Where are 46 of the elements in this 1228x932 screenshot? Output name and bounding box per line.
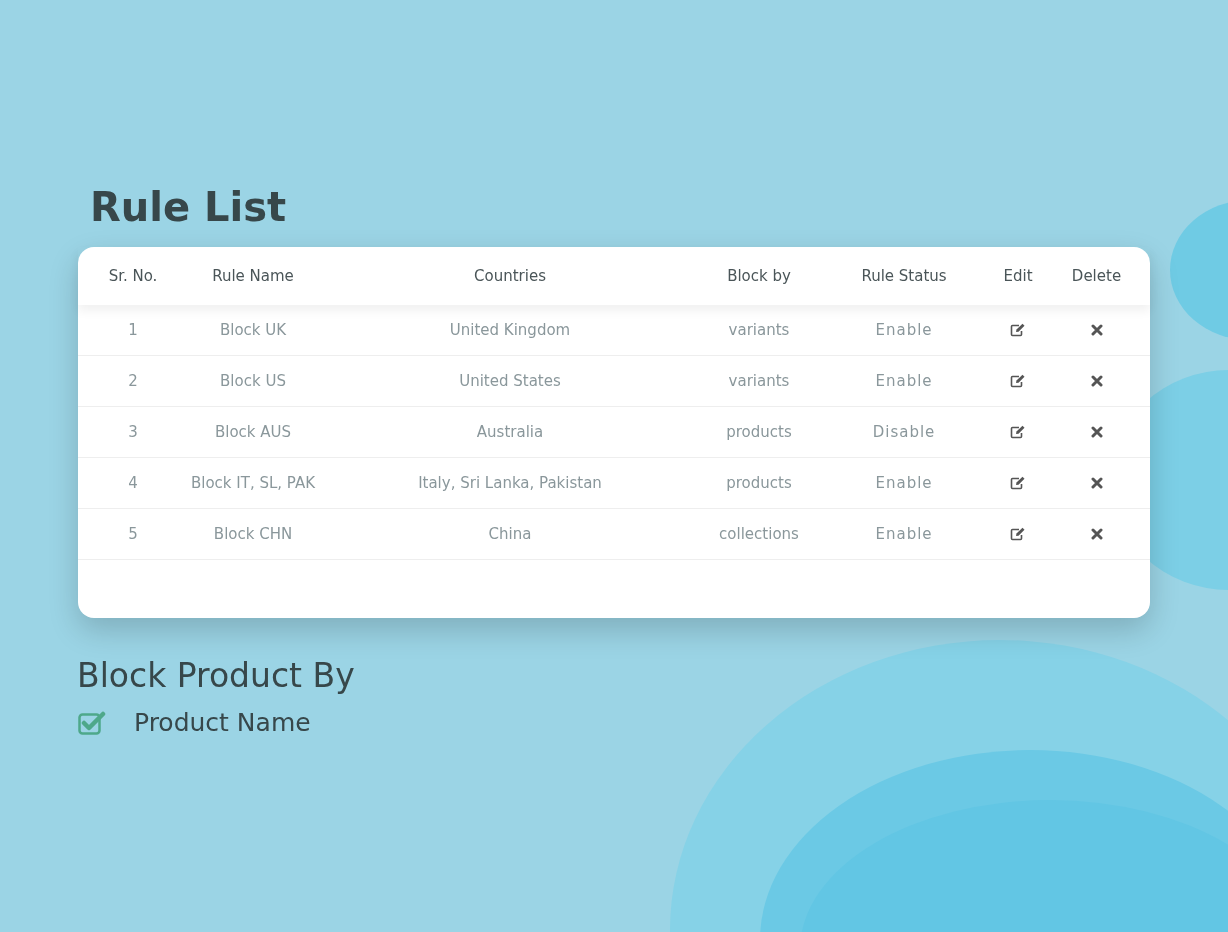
- edit-icon[interactable]: [1010, 323, 1026, 337]
- table-cell: 5: [128, 525, 138, 543]
- checkbox[interactable]: [78, 710, 106, 735]
- close-icon[interactable]: [1090, 324, 1103, 336]
- table-cell: variants: [728, 321, 790, 339]
- section-heading: Block Product By: [77, 656, 356, 696]
- table-cell: products: [726, 423, 792, 441]
- table-cell: China: [488, 525, 532, 543]
- table-cell: collections: [719, 525, 799, 543]
- table-cell: 3: [128, 423, 138, 441]
- table-cell: Enable: [875, 372, 933, 390]
- column-header: Countries: [474, 267, 546, 285]
- close-icon[interactable]: [1090, 477, 1103, 489]
- column-header: Sr. No.: [108, 267, 158, 285]
- table-cell: products: [726, 474, 792, 492]
- table-cell: 2: [128, 372, 138, 390]
- option-label: Product Name: [134, 708, 311, 737]
- edit-icon[interactable]: [1010, 527, 1026, 541]
- table-cell: Block US: [220, 372, 286, 390]
- table-cell: Italy, Sri Lanka, Pakistan: [418, 474, 602, 492]
- table-cell: Disable: [872, 423, 936, 441]
- column-header: Edit: [1003, 267, 1033, 285]
- page-title: Rule List: [90, 183, 288, 231]
- close-icon[interactable]: [1090, 426, 1103, 438]
- table-cell: 4: [128, 474, 138, 492]
- table-cell: United States: [459, 372, 561, 390]
- table-cell: Enable: [875, 525, 933, 543]
- column-header: Block by: [727, 267, 791, 285]
- edit-icon[interactable]: [1010, 425, 1026, 439]
- edit-icon[interactable]: [1010, 476, 1026, 490]
- table-cell: variants: [728, 372, 790, 390]
- close-icon[interactable]: [1090, 528, 1103, 540]
- column-header: Rule Name: [212, 267, 294, 285]
- table-cell: Block IT, SL, PAK: [190, 474, 316, 492]
- table-cell: 1: [128, 321, 138, 339]
- table-cell: Block UK: [219, 321, 287, 339]
- table-cell: Block AUS: [214, 423, 292, 441]
- close-icon[interactable]: [1090, 375, 1103, 387]
- table-cell: United Kingdom: [449, 321, 571, 339]
- column-header: Rule Status: [861, 267, 947, 285]
- column-header: Delete: [1071, 267, 1122, 285]
- table-cell: Enable: [875, 321, 933, 339]
- table-cell: Australia: [476, 423, 544, 441]
- edit-icon[interactable]: [1010, 374, 1026, 388]
- table-cell: Block CHN: [213, 525, 293, 543]
- table-cell: Enable: [875, 474, 933, 492]
